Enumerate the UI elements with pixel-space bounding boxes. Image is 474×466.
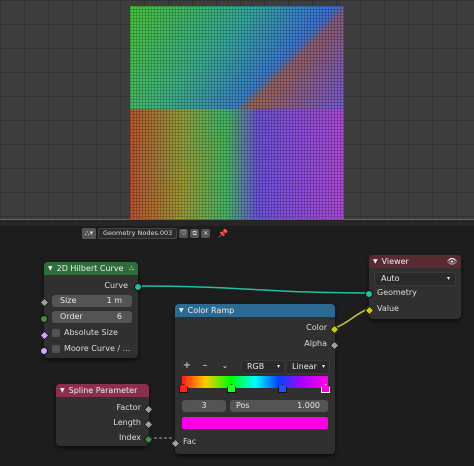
geometry-input-label: Geometry	[377, 288, 417, 297]
curve-output-socket[interactable]	[134, 283, 142, 291]
interpolation-value: Linear	[292, 362, 317, 371]
active-stop-index[interactable]: 3	[182, 400, 226, 412]
chevron-down-icon: ▾	[321, 363, 325, 370]
node-tree-selector: ⛬▾ Geometry Nodes.003 ⛉ ⧉ ✕ 📌	[82, 228, 228, 239]
viewer-header[interactable]: ▼ Viewer 👁	[369, 255, 461, 268]
size-field[interactable]: Size 1 m	[52, 295, 132, 307]
absolute-size-label: Absolute Size	[64, 328, 118, 337]
node-tree-name[interactable]: Geometry Nodes.003	[98, 228, 178, 239]
collapse-icon[interactable]: ▼	[60, 387, 65, 394]
absolute-size-checkbox[interactable]	[52, 329, 60, 337]
viewer-domain-dropdown[interactable]: Auto ▾	[374, 272, 456, 286]
stop-color-swatch[interactable]	[182, 417, 328, 429]
viewer-domain-value: Auto	[381, 274, 400, 283]
interpolation-dropdown[interactable]: Linear ▾	[286, 360, 330, 374]
factor-output-label: Factor	[116, 403, 142, 412]
moore-curve-socket[interactable]	[40, 347, 48, 355]
spline-parameter-title: Spline Parameter	[68, 386, 138, 395]
add-stop-button[interactable]: +	[181, 360, 193, 372]
eye-icon[interactable]: 👁	[447, 257, 457, 266]
stop-position-label: Pos	[236, 401, 250, 410]
node-group-icon: ⛬	[129, 264, 134, 272]
spline-parameter-header[interactable]: ▼ Spline Parameter	[56, 384, 149, 397]
curve-output-label: Curve	[104, 281, 128, 290]
hilbert-curve-node[interactable]: ▼ 2D Hilbert Curve ⛬ Curve Size 1 m Orde…	[39, 262, 142, 358]
3d-viewport[interactable]	[0, 0, 474, 220]
alpha-output-label: Alpha	[304, 339, 327, 348]
color-ramp-node[interactable]: ▼ Color Ramp Color Alpha + – ⌄ RGB ▾ Lin…	[170, 304, 340, 454]
area-separator[interactable]	[0, 220, 474, 226]
spline-parameter-node[interactable]: ▼ Spline Parameter Factor Length Index	[56, 384, 154, 446]
color-ramp-header[interactable]: ▼ Color Ramp	[175, 304, 335, 317]
order-label: Order	[60, 312, 83, 321]
color-ramp-title: Color Ramp	[187, 306, 235, 315]
size-value: 1 m	[106, 296, 122, 305]
order-field[interactable]: Order 6	[52, 311, 132, 323]
length-output-label: Length	[113, 418, 141, 427]
remove-stop-button[interactable]: –	[199, 360, 211, 372]
hilbert-curve-mesh	[130, 6, 344, 220]
index-output-label: Index	[118, 433, 141, 442]
chevron-down-icon: ▾	[276, 363, 280, 370]
node-tree-type-icon[interactable]: ⛬▾	[82, 228, 96, 239]
hilbert-curve-title: 2D Hilbert Curve	[56, 264, 124, 273]
collapse-icon[interactable]: ▼	[48, 265, 53, 272]
moore-curve-checkbox[interactable]	[52, 345, 60, 353]
color-mode-dropdown[interactable]: RGB ▾	[241, 360, 285, 374]
value-input-label: Value	[377, 304, 399, 313]
duplicate-icon[interactable]: ⧉	[190, 229, 200, 238]
hilbert-curve-header[interactable]: ▼ 2D Hilbert Curve ⛬	[44, 262, 138, 275]
color-ramp-gradient[interactable]	[182, 376, 328, 388]
moore-curve-label: Moore Curve / ...	[64, 344, 131, 353]
pin-icon[interactable]: 📌	[218, 229, 228, 238]
geometry-input-socket[interactable]	[365, 290, 373, 298]
chevron-down-icon: ▾	[446, 275, 450, 282]
stop-position-value: 1.000	[297, 401, 320, 410]
node-editor[interactable]: ▼ 2D Hilbert Curve ⛬ Curve Size 1 m Orde…	[0, 242, 474, 466]
color-mode-value: RGB	[247, 362, 265, 371]
viewer-node[interactable]: ▼ Viewer 👁 Auto ▾ Geometry Value	[364, 255, 461, 319]
shield-icon[interactable]: ⛉	[179, 229, 189, 238]
collapse-icon[interactable]: ▼	[373, 258, 378, 265]
color-output-label: Color	[306, 323, 327, 332]
chevron-down-icon[interactable]: ⌄	[219, 360, 231, 372]
order-input-socket[interactable]	[40, 315, 48, 323]
stop-position-field[interactable]: Pos 1.000	[230, 400, 328, 412]
close-icon[interactable]: ✕	[201, 229, 211, 238]
size-label: Size	[60, 296, 77, 305]
fac-input-label: Fac	[183, 437, 197, 446]
collapse-icon[interactable]: ▼	[179, 307, 184, 314]
viewer-title: Viewer	[381, 257, 409, 266]
order-value: 6	[116, 312, 122, 321]
